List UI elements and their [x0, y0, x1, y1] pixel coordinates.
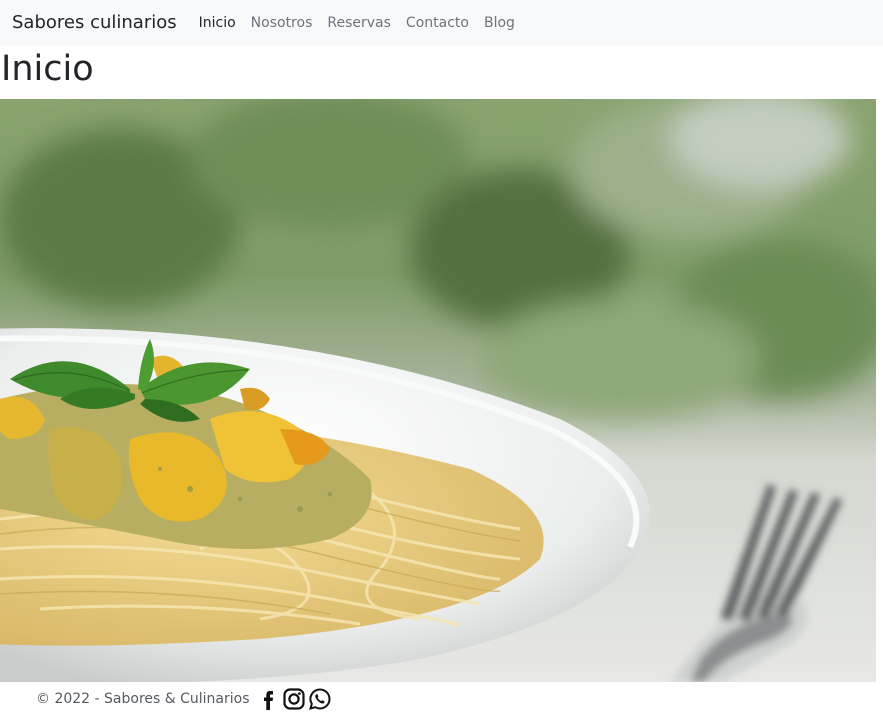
footer: © 2022 - Sabores & Culinarios: [36, 684, 332, 714]
nav-link-inicio[interactable]: Inicio: [199, 15, 236, 31]
nav-link-contacto[interactable]: Contacto: [406, 15, 469, 31]
copyright-text: © 2022 - Sabores & Culinarios: [36, 691, 250, 707]
facebook-icon[interactable]: [256, 687, 280, 711]
instagram-icon[interactable]: [282, 687, 306, 711]
nav-link-blog[interactable]: Blog: [484, 15, 515, 31]
navbar: Sabores culinarios Inicio Nosotros Reser…: [0, 0, 883, 45]
page-title: Inicio: [1, 49, 94, 89]
nav-link-nosotros[interactable]: Nosotros: [251, 15, 313, 31]
whatsapp-icon[interactable]: [308, 687, 332, 711]
nav-link-reservas[interactable]: Reservas: [327, 15, 391, 31]
hero-image: [0, 99, 876, 682]
nav-links: Inicio Nosotros Reservas Contacto Blog: [199, 15, 530, 31]
navbar-brand[interactable]: Sabores culinarios: [12, 12, 177, 33]
social-links: [254, 687, 332, 711]
